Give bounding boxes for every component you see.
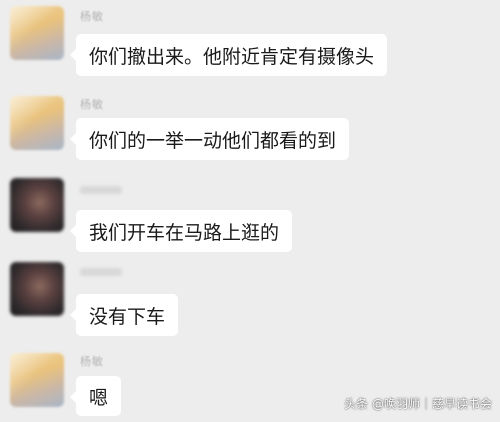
- sender-name: [80, 268, 122, 276]
- message-bubble[interactable]: 你们撤出来。他附近肯定有摄像头: [69, 34, 388, 76]
- message-bubble[interactable]: 没有下车: [69, 294, 179, 336]
- message-bubble[interactable]: 我们开车在马路上逛的: [69, 210, 293, 252]
- sender-name: 杨敏: [80, 355, 104, 368]
- watermark: 头条 @唤羽师｜慈早读书会: [344, 397, 492, 411]
- message-bubble[interactable]: 嗯: [69, 376, 122, 416]
- avatar[interactable]: [10, 262, 64, 316]
- avatar[interactable]: [10, 353, 64, 407]
- sender-name: 杨敏: [80, 10, 104, 23]
- avatar[interactable]: [10, 96, 64, 150]
- avatar[interactable]: [10, 6, 64, 60]
- avatar[interactable]: [10, 178, 64, 232]
- sender-name: 杨敏: [80, 98, 104, 111]
- sender-name: [80, 186, 122, 194]
- message-bubble[interactable]: 你们的一举一动他们都看的到: [69, 118, 350, 160]
